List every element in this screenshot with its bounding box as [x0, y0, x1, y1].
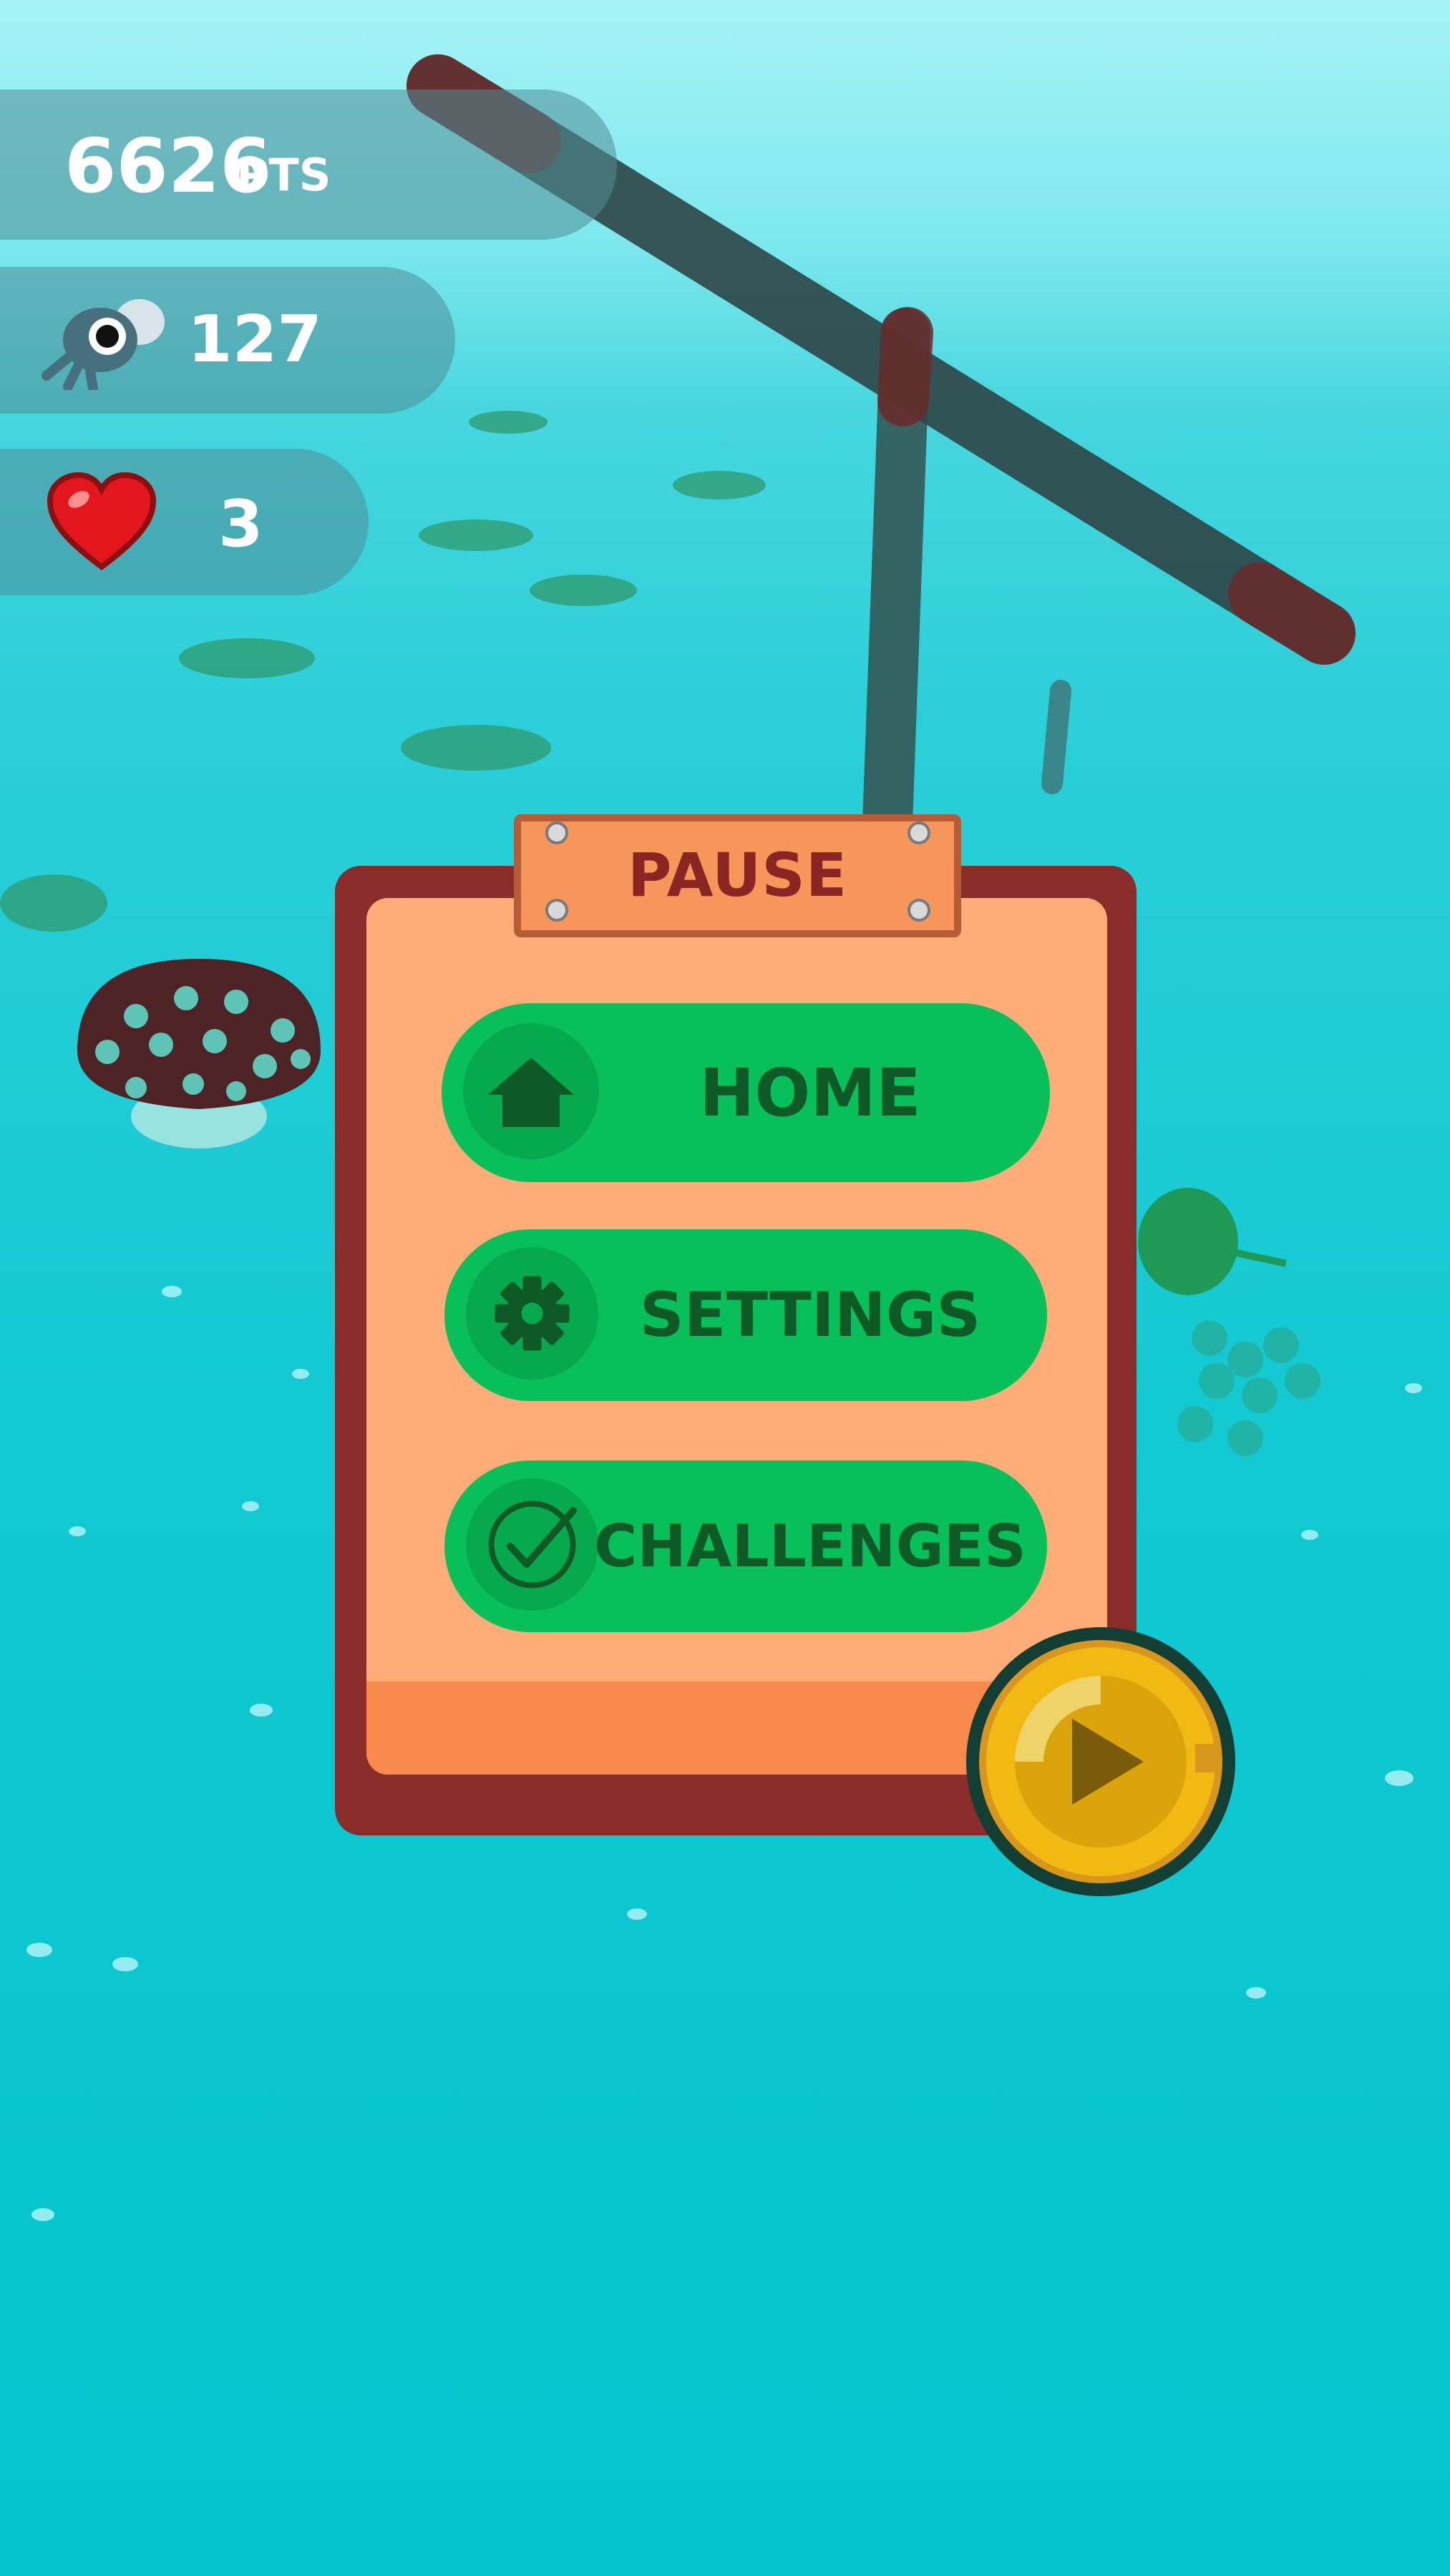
lives-count: 3 [218, 487, 263, 562]
flies-count: 127 [188, 302, 322, 377]
heart-icon [47, 472, 157, 570]
lily-pad-right [1138, 1188, 1287, 1295]
settings-button-label: SETTINGS [639, 1279, 981, 1351]
mushroom-decoration [77, 959, 321, 1148]
resume-play-button[interactable] [965, 1626, 1237, 1898]
fly-icon [42, 299, 165, 390]
checkmark-circle-icon [488, 1501, 577, 1589]
home-button[interactable]: HOME [442, 1003, 1050, 1182]
challenges-button-label: CHALLENGES [594, 1512, 1026, 1581]
settings-button[interactable]: SETTINGS [444, 1229, 1047, 1401]
home-icon [488, 1058, 574, 1127]
score-unit: PTS [236, 149, 331, 201]
pause-title: PAUSE [627, 840, 848, 910]
home-button-label: HOME [699, 1054, 921, 1131]
challenges-button[interactable]: CHALLENGES [444, 1460, 1047, 1632]
gear-icon [495, 1276, 570, 1351]
